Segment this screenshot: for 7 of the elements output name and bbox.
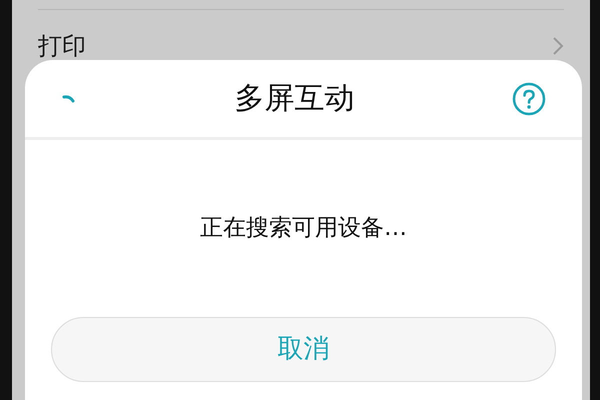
help-icon[interactable] — [512, 82, 546, 116]
searching-message: 正在搜索可用设备… — [200, 214, 407, 244]
list-item-label: 打印 — [38, 31, 86, 62]
dialog-title: 多屏互动 — [234, 80, 354, 118]
chevron-right-icon — [552, 36, 564, 56]
loading-spinner-icon — [61, 94, 77, 104]
cancel-button[interactable]: 取消 — [51, 317, 556, 382]
